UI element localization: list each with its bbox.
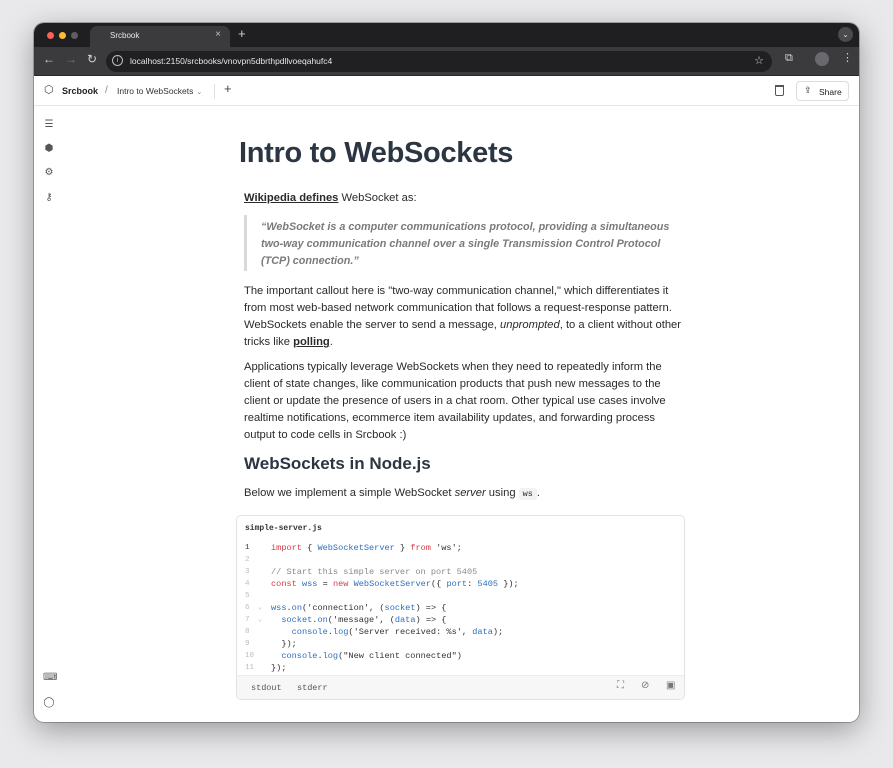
header-divider <box>214 84 215 99</box>
code-editor[interactable]: 1 import { WebSocketServer } from 'ws'; 2… <box>237 542 684 674</box>
code-cell[interactable]: simple-server.js 1 import { WebSocketServ… <box>236 515 685 700</box>
code-line: 2 <box>245 556 250 564</box>
url-text: localhost:2150/srcbooks/vnovpn5dbrthpdll… <box>130 56 333 66</box>
paragraph-callout: The important callout here is "two-way c… <box>244 283 684 351</box>
wikipedia-link[interactable]: Wikipedia defines <box>244 192 338 204</box>
paragraph-applications: Applications typically leverage WebSocke… <box>244 361 666 442</box>
tab-search-icon[interactable]: ⌄ <box>838 27 853 42</box>
impl-text-a: Below we implement a simple WebSocket <box>244 487 455 499</box>
tab-stderr[interactable]: stderr <box>297 683 328 693</box>
app-header: ⬡ Srcbook / Intro to WebSockets ⌄ + ⇪ Sha… <box>34 77 859 106</box>
tab-title: Srcbook <box>110 31 140 40</box>
callout-text-c: . <box>329 336 333 349</box>
cell-output-bar: stdout stderr ⛶ ⊘ ▣ <box>237 675 684 699</box>
code-line: 8 console.log('Server received: %s', dat… <box>245 627 504 637</box>
close-window-button[interactable] <box>47 32 54 39</box>
inline-code-ws: ws <box>518 488 537 500</box>
add-cell-button[interactable]: + <box>224 82 232 95</box>
browser-tab[interactable]: Srcbook × <box>90 26 230 47</box>
doc-title-dropdown[interactable]: Intro to WebSockets ⌄ <box>117 86 202 96</box>
browser-menu-icon[interactable]: ⋮ <box>842 53 853 64</box>
minimize-window-button[interactable] <box>59 32 66 39</box>
code-line: 1 import { WebSocketServer } from 'ws'; <box>245 543 462 553</box>
polling-link[interactable]: polling <box>293 336 330 348</box>
page-title: Intro to WebSockets <box>239 137 514 169</box>
code-line: 5 <box>245 592 250 600</box>
browser-window: Srcbook × + ⌄ ← → ↻ i localhost:2150/src… <box>34 23 859 722</box>
cell-filename[interactable]: simple-server.js <box>245 524 322 533</box>
impl-text-b: using <box>485 487 519 499</box>
blockquote: “WebSocket is a computer communications … <box>244 215 684 271</box>
callout-emphasis: unprompted <box>500 319 560 332</box>
trash-icon[interactable] <box>775 85 784 96</box>
extensions-icon[interactable]: ⧉ <box>785 53 793 64</box>
address-bar[interactable]: i localhost:2150/srcbooks/vnovpn5dbrthpd… <box>106 51 772 72</box>
package-icon[interactable]: ⬢ <box>43 144 55 154</box>
code-line: 4 const wss = new WebSocketServer({ port:… <box>245 579 519 589</box>
expand-icon[interactable]: ⛶ <box>617 681 624 691</box>
breadcrumb-separator: / <box>105 85 108 96</box>
clear-output-icon[interactable]: ⊘ <box>641 681 649 691</box>
tab-stdout[interactable]: stdout <box>251 683 282 693</box>
site-info-icon[interactable]: i <box>112 55 123 66</box>
doc-title-label: Intro to WebSockets <box>117 86 194 96</box>
chevron-down-icon: ⌄ <box>196 89 203 96</box>
paragraph-intro: Wikipedia defines WebSocket as: <box>244 190 684 207</box>
key-icon[interactable]: ⚷ <box>43 193 55 203</box>
impl-emphasis: server <box>454 487 486 499</box>
code-line: 7 ⌄ socket.on('message', (data) => { <box>245 615 447 625</box>
feedback-chat-icon[interactable]: ◯ <box>43 698 55 708</box>
brand-name[interactable]: Srcbook <box>62 86 98 96</box>
back-icon[interactable]: ← <box>43 53 55 65</box>
share-icon: ⇪ <box>804 85 812 95</box>
forward-icon[interactable]: → <box>65 53 77 65</box>
intro-text: WebSocket as: <box>338 192 417 204</box>
code-line: 9 }); <box>245 639 297 649</box>
close-tab-icon[interactable]: × <box>215 30 221 40</box>
code-line: 10 console.log("New client connected") <box>245 651 462 661</box>
bookmark-star-icon[interactable]: ☆ <box>754 54 764 67</box>
table-of-contents-icon[interactable]: ☰ <box>43 120 55 130</box>
impl-text-c: . <box>536 487 540 499</box>
keyboard-icon[interactable]: ⌨ <box>43 673 57 683</box>
tab-strip: Srcbook × + ⌄ <box>34 23 859 47</box>
srcbook-logo-icon[interactable]: ⬡ <box>44 85 54 96</box>
share-label: Share <box>819 87 842 97</box>
settings-gear-icon[interactable]: ⚙ <box>43 168 55 178</box>
zoom-window-button[interactable] <box>71 32 78 39</box>
reload-icon[interactable]: ↻ <box>87 53 97 65</box>
code-line: 3// Start this simple server on port 540… <box>245 567 478 577</box>
new-tab-icon[interactable]: + <box>238 27 246 40</box>
share-button[interactable]: ⇪ Share <box>796 81 849 101</box>
code-line: 11}); <box>245 663 287 673</box>
quote-text: “WebSocket is a computer communications … <box>261 221 670 268</box>
browser-toolbar: ← → ↻ i localhost:2150/srcbooks/vnovpn5d… <box>34 47 859 76</box>
code-line: 6 ⌄ wss.on('connection', (socket) => { <box>245 603 447 613</box>
toggle-panel-icon[interactable]: ▣ <box>666 681 675 691</box>
paragraph-implementation: Below we implement a simple WebSocket se… <box>244 485 684 503</box>
section-heading: WebSockets in Node.js <box>244 454 431 473</box>
profile-avatar[interactable] <box>815 52 829 66</box>
